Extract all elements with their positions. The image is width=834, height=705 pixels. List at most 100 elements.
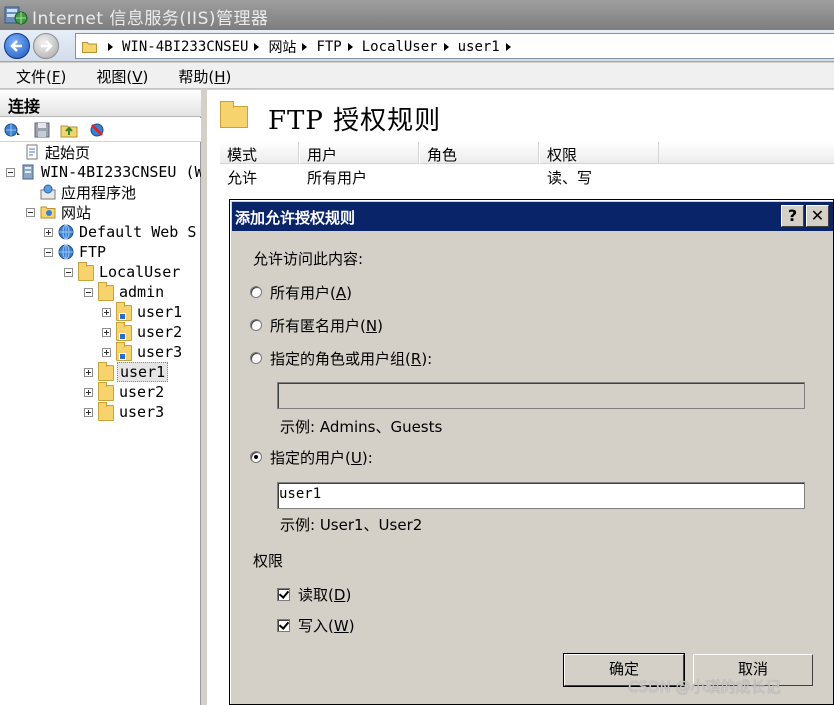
roles-input[interactable] [277, 382, 805, 409]
tree-item-app-pools[interactable]: 应用程序池 [26, 182, 138, 202]
tree-item-server[interactable]: WIN-4BI233CNSEU (W [6, 162, 201, 182]
cell-mode: 允许 [227, 169, 258, 187]
close-button[interactable]: ✕ [806, 205, 829, 227]
expand-icon[interactable] [44, 227, 53, 237]
collapse-icon[interactable] [26, 207, 35, 217]
breadcrumb-arrow-icon[interactable] [505, 43, 511, 51]
folder-icon [220, 101, 248, 128]
radio-roles-label[interactable]: 指定的角色或用户组(R): [270, 348, 432, 369]
virtual-folder-icon [116, 342, 132, 361]
page-title: FTP 授权规则 [268, 106, 442, 136]
tree-item-sites[interactable]: 网站 [26, 202, 93, 222]
folder-icon [82, 42, 97, 53]
tree-item-default-web-site[interactable]: Default Web S [44, 222, 198, 242]
breadcrumb-sites[interactable]: 网站 [268, 37, 296, 57]
start-page-icon [26, 144, 38, 160]
iis-app-icon [4, 6, 28, 25]
menu-file[interactable]: 文件(F) [0, 63, 80, 88]
column-header-mode[interactable]: 模式 [219, 142, 299, 164]
expand-icon[interactable] [84, 407, 93, 417]
expand-icon[interactable] [84, 367, 93, 377]
access-prompt: 允许访问此内容: [253, 250, 364, 268]
radio-roles[interactable] [250, 352, 262, 364]
breadcrumb-arrow-icon[interactable] [443, 43, 449, 51]
connect-globe-icon[interactable] [3, 121, 21, 139]
tree-item-admin[interactable]: admin [84, 282, 166, 302]
dialog-title: 添加允许授权规则 [235, 209, 356, 227]
address-toolbar: WIN-4BI233CNSEU 网站 FTP LocalUser user1 [0, 30, 834, 62]
collapse-icon[interactable] [44, 247, 53, 257]
folder-icon [98, 382, 114, 401]
breadcrumb-server[interactable]: WIN-4BI233CNSEU [122, 39, 248, 55]
radio-anonymous-users[interactable] [250, 319, 262, 331]
forward-button[interactable] [33, 33, 59, 59]
users-input[interactable]: user1 [277, 482, 805, 509]
radio-anonymous-users-label[interactable]: 所有匿名用户(N) [270, 315, 383, 336]
radio-specific-users-label[interactable]: 指定的用户(U): [270, 447, 373, 468]
connections-toolbar [0, 118, 201, 142]
sites-folder-icon [40, 206, 56, 219]
address-bar[interactable]: WIN-4BI233CNSEU 网站 FTP LocalUser user1 [75, 33, 834, 59]
collapse-icon[interactable] [64, 267, 73, 277]
window-title-bar: Internet 信息服务(IIS)管理器 [0, 0, 834, 30]
radio-all-users[interactable] [250, 286, 262, 298]
tree-item-admin-user3[interactable]: user3 [102, 342, 184, 362]
write-checkbox[interactable] [277, 619, 290, 632]
users-example: 示例: User1、User2 [280, 516, 423, 534]
expand-icon[interactable] [84, 387, 93, 397]
tree-item-admin-user2[interactable]: user2 [102, 322, 184, 342]
tree-item-user3[interactable]: user3 [84, 402, 166, 422]
folder-icon [98, 282, 114, 301]
roles-example: 示例: Admins、Guests [280, 418, 443, 436]
connections-panel: 连接 起始页 WIN-4BI233CNSEU (W 应用程序池 网站 Defau… [0, 90, 201, 705]
expand-icon[interactable] [102, 347, 111, 357]
help-button[interactable]: ? [781, 205, 804, 227]
tree-item-user1[interactable]: user1 [84, 362, 169, 382]
read-checkbox-label[interactable]: 读取(D) [298, 584, 351, 605]
disconnect-icon[interactable] [88, 121, 106, 139]
server-icon [22, 164, 34, 180]
breadcrumb-user1[interactable]: user1 [458, 39, 500, 55]
read-checkbox[interactable] [277, 588, 290, 601]
arrow-right-icon [41, 40, 53, 52]
rules-grid-header: 模式 用户 角色 权限 [219, 142, 834, 164]
radio-all-users-label[interactable]: 所有用户(A) [270, 282, 352, 303]
radio-specific-users[interactable] [250, 451, 262, 463]
breadcrumb-ftp[interactable]: FTP [316, 39, 341, 55]
globe-icon [58, 224, 74, 240]
menu-view[interactable]: 视图(V) [80, 63, 162, 88]
column-header-user[interactable]: 用户 [299, 142, 419, 164]
tree-item-admin-user1[interactable]: user1 [102, 302, 184, 322]
collapse-icon[interactable] [84, 287, 93, 297]
expand-icon[interactable] [102, 307, 111, 317]
column-header-role[interactable]: 角色 [419, 142, 539, 164]
back-button[interactable] [4, 33, 30, 59]
cell-role [419, 165, 539, 189]
column-header-permission[interactable]: 权限 [539, 142, 659, 164]
breadcrumb-arrow-icon[interactable] [254, 43, 260, 51]
breadcrumb-arrow-icon[interactable] [108, 43, 113, 51]
globe-icon [58, 244, 74, 260]
tree-item-ftp[interactable]: FTP [44, 242, 108, 262]
breadcrumb-arrow-icon[interactable] [302, 43, 308, 51]
cell-user: 所有用户 [307, 169, 368, 187]
connections-title: 连接 [8, 97, 41, 116]
table-row[interactable]: 允许 所有用户 读、写 [219, 165, 834, 189]
expand-icon[interactable] [102, 327, 111, 337]
breadcrumb: WIN-4BI233CNSEU 网站 FTP LocalUser user1 [102, 37, 520, 57]
window-title: Internet 信息服务(IIS)管理器 [32, 9, 269, 29]
up-folder-icon[interactable] [60, 121, 78, 139]
tree-item-user2[interactable]: user2 [84, 382, 166, 402]
write-checkbox-label[interactable]: 写入(W) [298, 615, 355, 636]
virtual-folder-icon [116, 302, 132, 321]
save-icon[interactable] [33, 121, 51, 139]
menu-bar: 文件(F) 视图(V) 帮助(H) [0, 63, 834, 89]
tree-item-localuser[interactable]: LocalUser [64, 262, 182, 282]
watermark: CSDN @小琪的成长记 [628, 678, 781, 696]
collapse-icon[interactable] [6, 167, 15, 177]
breadcrumb-localuser[interactable]: LocalUser [362, 39, 438, 55]
breadcrumb-arrow-icon[interactable] [347, 43, 353, 51]
tree-item-start-page[interactable]: 起始页 [10, 142, 92, 162]
menu-help[interactable]: 帮助(H) [162, 63, 245, 88]
dialog-title-bar: 添加允许授权规则 ? ✕ [232, 202, 833, 231]
